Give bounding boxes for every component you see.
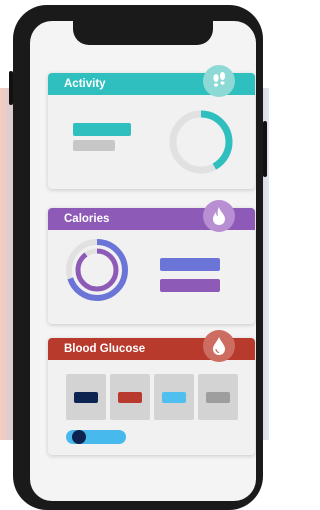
glucose-card[interactable]: Blood Glucose [48,330,255,455]
glucose-swatch-red [118,392,142,403]
activity-card[interactable]: Activity [48,65,255,189]
glucose-tile-3[interactable] [154,374,194,420]
side-button-right [263,121,267,177]
activity-bar-secondary [73,140,115,151]
phone-screen: Activity Calories Blood Glucose [30,21,256,501]
calories-card-title: Calories [64,213,110,225]
side-button-left [9,71,13,105]
glucose-card-title: Blood Glucose [64,343,146,355]
glucose-tile-4[interactable] [198,374,238,420]
glucose-tile-2[interactable] [110,374,150,420]
activity-card-title: Activity [64,78,106,90]
glucose-slider-knob[interactable] [71,430,86,444]
flame-icon[interactable] [203,200,235,232]
glucose-slider[interactable] [66,430,126,444]
glucose-swatch-navy [74,392,98,403]
footprints-icon[interactable] [203,65,235,97]
activity-bar-primary [73,123,131,136]
calories-bar-primary [160,258,220,271]
calories-card[interactable]: Calories [48,200,255,324]
glucose-swatch-grey [206,392,230,403]
glucose-tile-1[interactable] [66,374,106,420]
calories-bar-secondary [160,279,220,292]
phone-frame: Activity Calories Blood Glucose [9,5,267,510]
calories-ring [66,239,128,301]
activity-ring [169,110,233,174]
notch [73,21,213,45]
glucose-swatch-blue [162,392,186,403]
drop-icon[interactable] [203,330,235,362]
